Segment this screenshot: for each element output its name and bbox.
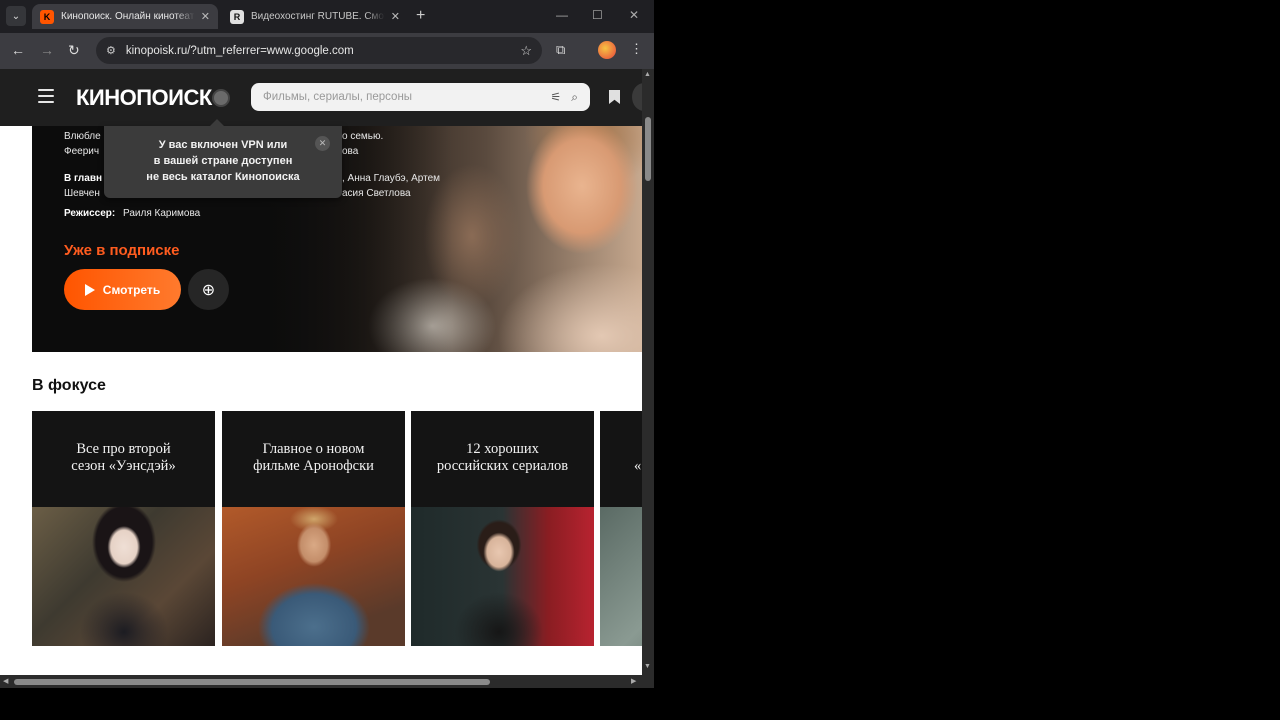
globe-icon[interactable] [212, 89, 230, 107]
site-header: КИНОПОИСК Фильмы, сериалы, персоны ⚟ ⌕ [0, 69, 642, 126]
director-name[interactable]: Раиля Каримова [123, 206, 200, 221]
focus-card-partial[interactable]: « [600, 411, 642, 646]
scroll-up-arrow[interactable]: ▲ [644, 71, 651, 78]
bookmark-star-icon[interactable]: ☆ [520, 43, 532, 59]
card-caption: « [634, 458, 642, 474]
vpn-tooltip-message: У вас включен VPN или в вашей стране дос… [146, 139, 300, 183]
focus-card-aronofsky[interactable]: Главное о новом фильме Аронофски [222, 411, 405, 646]
scroll-right-arrow[interactable]: ▶ [631, 677, 636, 685]
close-tab-icon[interactable]: ✕ [201, 10, 210, 23]
close-tooltip-icon[interactable]: ✕ [315, 136, 330, 151]
forward-button[interactable]: → [40, 42, 54, 58]
card-caption: Главное о новом фильме Аронофски [253, 441, 374, 474]
subscription-status: Уже в подписке [64, 242, 180, 259]
card-image [600, 507, 642, 646]
kinopoisk-logo[interactable]: КИНОПОИСК [76, 85, 212, 111]
vertical-scroll-thumb[interactable] [645, 117, 651, 181]
rutube-favicon-icon: R [230, 9, 244, 24]
play-icon [84, 283, 95, 296]
hero-cast2-end: асия Светлова [342, 188, 411, 199]
close-tab-icon[interactable]: ✕ [391, 10, 400, 23]
card-image [411, 507, 594, 646]
bookmark-plus-icon: ⊕ [201, 281, 216, 299]
reload-button[interactable]: ↻ [68, 42, 80, 59]
hero-description-end: о семью. [342, 131, 384, 142]
user-avatar[interactable] [632, 83, 642, 111]
focus-card-series[interactable]: 12 хороших российских сериалов [411, 411, 594, 646]
scroll-down-arrow[interactable]: ▼ [644, 663, 651, 670]
tab-rutube[interactable]: R Видеохостинг RUTUBE. Смотрите ✕ [222, 4, 408, 29]
back-button[interactable]: ← [11, 42, 25, 58]
tab-title: Видеохостинг RUTUBE. Смотрите [251, 11, 385, 22]
card-image [222, 507, 405, 646]
filter-icon[interactable]: ⚟ [551, 90, 562, 104]
scroll-left-arrow[interactable]: ◀ [3, 677, 8, 685]
tab-search-button[interactable]: ⌄ [6, 6, 26, 26]
search-icon[interactable]: ⌕ [571, 90, 578, 105]
close-window-button[interactable]: ✕ [629, 8, 639, 22]
tab-kinopoisk[interactable]: K Кинопоиск. Онлайн кинотеатр ✕ [32, 4, 218, 29]
search-input[interactable]: Фильмы, сериалы, персоны ⚟ ⌕ [251, 83, 590, 111]
add-to-favorites-button[interactable]: ⊕ [188, 269, 229, 310]
hero-cast-label: В главн [64, 173, 103, 184]
hero-cast-end: , Анна Глаубэ, Артем [342, 173, 441, 184]
vertical-scrollbar[interactable]: ▲ ▼ [642, 69, 654, 675]
maximize-button[interactable]: ☐ [592, 8, 603, 22]
url-text[interactable]: kinopoisk.ru/?utm_referrer=www.google.co… [126, 45, 520, 57]
card-caption: 12 хороших российских сериалов [436, 441, 569, 474]
hero-description2-end: ова [342, 146, 359, 157]
vpn-tooltip: У вас включен VPN или в вашей стране дос… [104, 119, 342, 198]
browser-toolbar: ← → ↻ ⚙ kinopoisk.ru/?utm_referrer=www.g… [0, 33, 654, 69]
focus-card-wednesday[interactable]: Все про второй сезон «Уэнсдэй» [32, 411, 215, 646]
address-bar[interactable]: ⚙ kinopoisk.ru/?utm_referrer=www.google.… [96, 37, 542, 64]
card-caption: Все про второй сезон «Уэнсдэй» [71, 441, 176, 474]
search-placeholder[interactable]: Фильмы, сериалы, персоны [263, 91, 541, 103]
horizontal-scrollbar[interactable]: ◀ ▶ [0, 675, 642, 688]
hero-cast2-start: Шевчен [64, 188, 100, 199]
card-image [32, 507, 215, 646]
focus-section-title: В фокусе [32, 377, 106, 394]
watch-button-label: Смотреть [102, 282, 161, 297]
tab-strip: ⌄ K Кинопоиск. Онлайн кинотеатр ✕ R Виде… [0, 0, 654, 33]
site-info-icon[interactable]: ⚙ [106, 44, 116, 57]
browser-window: ⌄ K Кинопоиск. Онлайн кинотеатр ✕ R Виде… [0, 0, 654, 688]
chevron-down-icon: ⌄ [11, 10, 21, 22]
new-tab-button[interactable]: + [416, 7, 425, 25]
director-label: Режиссер: [64, 208, 116, 219]
bookmark-icon[interactable] [609, 90, 620, 104]
browser-menu-icon[interactable]: ⋮ [630, 41, 643, 57]
menu-burger-icon[interactable] [38, 89, 54, 103]
minimize-button[interactable]: — [556, 8, 568, 22]
kinopoisk-favicon-icon: K [40, 9, 54, 24]
profile-avatar[interactable] [598, 41, 616, 59]
hero-description-start: Влюбле [64, 131, 101, 142]
tab-title: Кинопоиск. Онлайн кинотеатр [61, 11, 195, 22]
horizontal-scroll-thumb[interactable] [14, 679, 490, 685]
page-viewport: КИНОПОИСК Фильмы, сериалы, персоны ⚟ ⌕ В… [0, 69, 642, 675]
watch-button[interactable]: Смотреть [64, 269, 181, 310]
extensions-icon[interactable]: ⧉ [556, 42, 565, 58]
hero-description2-start: Феерич [64, 146, 100, 157]
